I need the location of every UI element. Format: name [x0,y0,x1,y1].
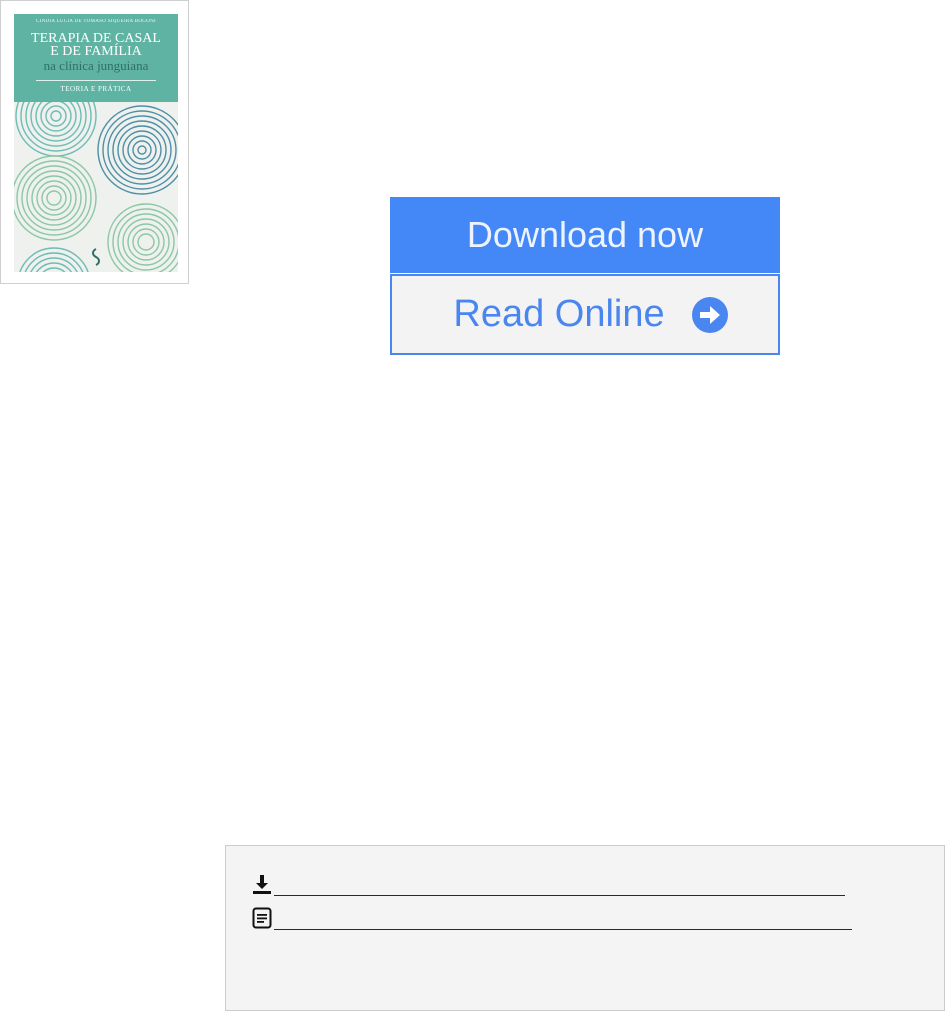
cover-artwork [14,102,178,272]
book-cover: CINDIA LUCIA DE TOMASO SIQUEIRA BOGONI T… [14,14,178,272]
download-link[interactable] [274,875,845,896]
cover-subtitle: na clínica junguiana [43,58,149,73]
cover-circle-green-lower [107,203,178,272]
download-links-panel [225,845,945,1011]
cover-author: CINDIA LUCIA DE TOMASO SIQUEIRA BOGONI [36,19,156,24]
book-cover-frame: CINDIA LUCIA DE TOMASO SIQUEIRA BOGONI T… [0,0,189,284]
cover-tagline: TEORIA E PRÁTICA [60,85,132,93]
read-online-label: Read Online [453,293,665,335]
download-icon [253,875,271,894]
cover-circle-teal-lower [19,247,89,272]
document-icon [252,907,272,929]
cover-title: TERAPIA DE CASAL E DE FAMÍLIA [14,32,178,59]
cover-header: CINDIA LUCIA DE TOMASO SIQUEIRA BOGONI T… [14,14,178,102]
cover-circle-blue [97,105,178,195]
read-online-button[interactable]: Read Online [390,274,780,355]
publisher-logo-icon [92,248,100,266]
read-link[interactable] [274,909,852,930]
cover-title-line2: E DE FAMÍLIA [50,44,142,59]
download-link-row [250,872,845,896]
download-now-button[interactable]: Download now [390,197,780,273]
cover-circle-green [14,155,97,241]
read-link-row [250,906,852,930]
cover-circle-teal [15,102,97,157]
arrow-right-circle-icon [691,296,728,333]
cover-divider [36,80,156,81]
